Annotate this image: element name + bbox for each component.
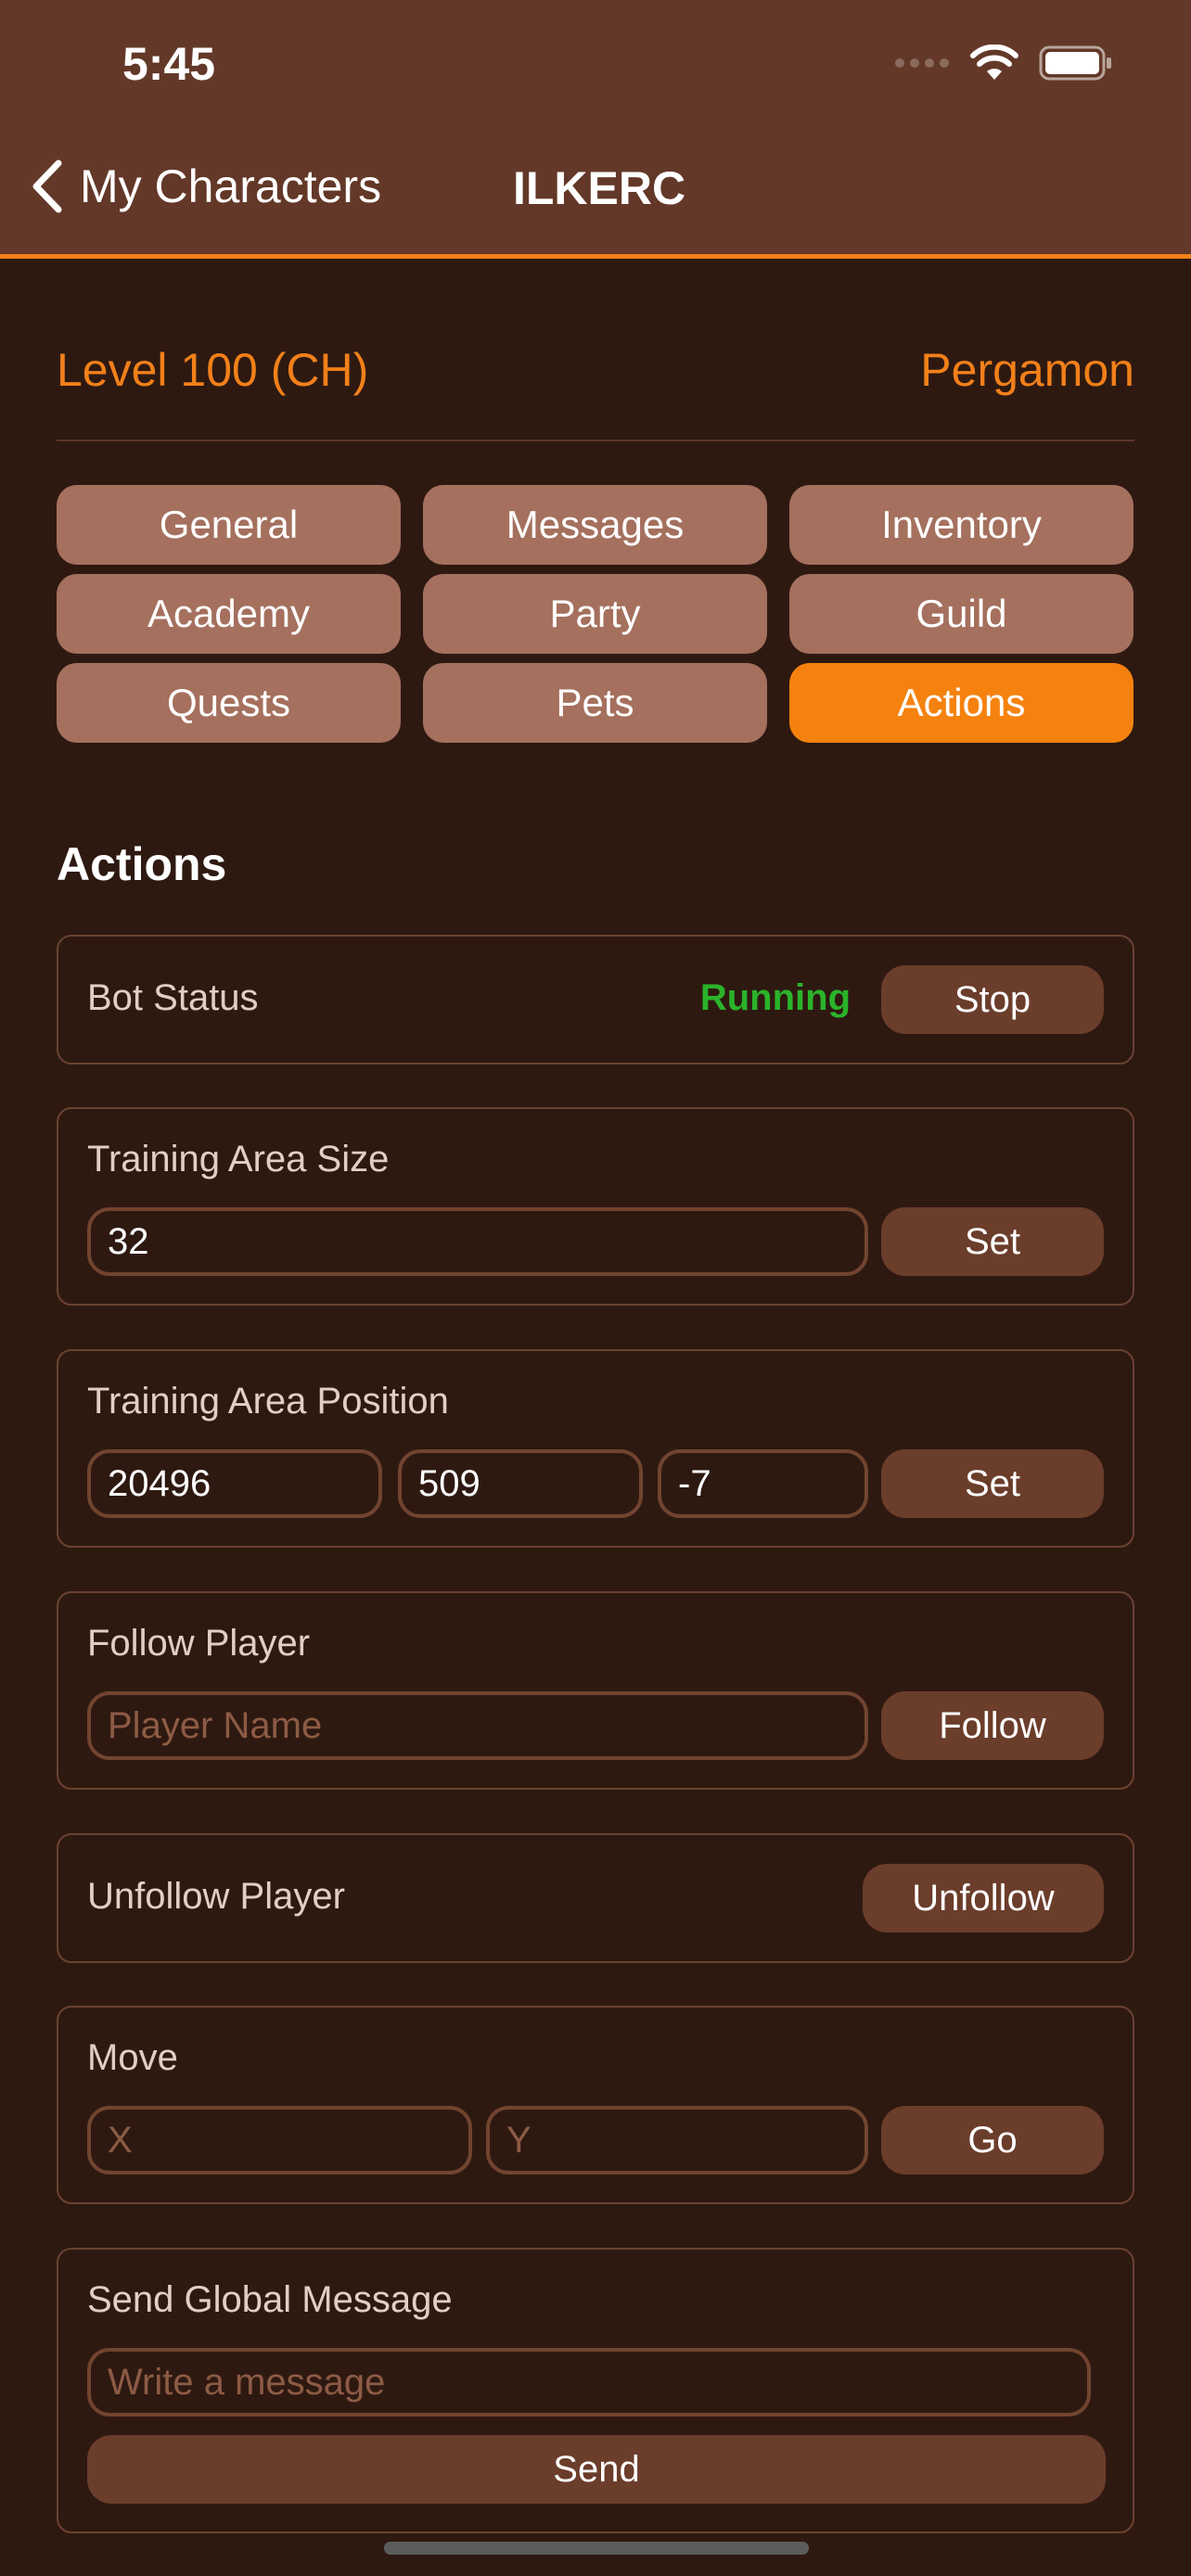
tab-actions[interactable]: Actions — [789, 663, 1133, 743]
stop-button[interactable]: Stop — [881, 965, 1104, 1034]
unfollow-button[interactable]: Unfollow — [863, 1864, 1104, 1932]
character-info-row: Level 100 (CH) Pergamon — [57, 343, 1134, 441]
home-indicator[interactable] — [384, 2542, 809, 2555]
back-button[interactable]: My Characters — [32, 159, 381, 213]
tab-grid: General Messages Inventory Academy Party… — [57, 485, 1134, 743]
status-icons — [894, 45, 1113, 82]
back-label: My Characters — [80, 160, 382, 212]
cellular-signal-icon — [895, 58, 949, 68]
bot-status-card: Bot Status Running Stop — [57, 935, 1134, 1065]
tab-quests[interactable]: Quests — [57, 663, 401, 743]
global-message-label: Send Global Message — [87, 2279, 453, 2320]
move-label: Move — [87, 2037, 178, 2078]
wifi-icon — [970, 45, 1018, 80]
chevron-left-icon — [32, 159, 62, 213]
tab-guild[interactable]: Guild — [789, 574, 1133, 654]
unfollow-player-label: Unfollow Player — [87, 1876, 345, 1917]
tab-messages[interactable]: Messages — [423, 485, 767, 565]
training-area-size-set-button[interactable]: Set — [881, 1207, 1104, 1276]
status-time: 5:45 — [122, 38, 216, 90]
training-position-z-input[interactable] — [658, 1449, 868, 1518]
bot-status-value: Running — [699, 977, 851, 1018]
follow-button[interactable]: Follow — [881, 1691, 1104, 1760]
section-title: Actions — [57, 838, 227, 890]
tab-party[interactable]: Party — [423, 574, 767, 654]
training-position-y-input[interactable] — [398, 1449, 643, 1518]
move-x-input[interactable] — [87, 2106, 472, 2174]
character-server: Pergamon — [920, 344, 1134, 396]
send-button[interactable]: Send — [87, 2435, 1106, 2504]
training-area-size-input[interactable] — [87, 1207, 868, 1276]
page-title: ILKERC — [513, 162, 686, 214]
training-area-position-label: Training Area Position — [87, 1381, 449, 1422]
global-message-card: Send Global Message Send — [57, 2248, 1134, 2533]
tab-general[interactable]: General — [57, 485, 401, 565]
training-area-position-set-button[interactable]: Set — [881, 1449, 1104, 1518]
nav-header: 5:45 My Characters ILKERC — [0, 0, 1191, 259]
move-y-input[interactable] — [486, 2106, 868, 2174]
follow-player-card: Follow Player Follow — [57, 1591, 1134, 1790]
move-card: Move Go — [57, 2006, 1134, 2204]
bot-status-label: Bot Status — [87, 977, 259, 1018]
player-name-input[interactable] — [87, 1691, 868, 1760]
tab-pets[interactable]: Pets — [423, 663, 767, 743]
character-level: Level 100 (CH) — [57, 344, 369, 396]
training-area-position-card: Training Area Position Set — [57, 1349, 1134, 1548]
training-position-x-input[interactable] — [87, 1449, 382, 1518]
follow-player-label: Follow Player — [87, 1623, 311, 1664]
battery-icon — [1039, 45, 1111, 81]
go-button[interactable]: Go — [881, 2106, 1104, 2174]
tab-academy[interactable]: Academy — [57, 574, 401, 654]
unfollow-player-card: Unfollow Player Unfollow — [57, 1833, 1134, 1963]
tab-inventory[interactable]: Inventory — [789, 485, 1133, 565]
global-message-input[interactable] — [87, 2348, 1091, 2417]
training-area-size-label: Training Area Size — [87, 1139, 390, 1180]
training-area-size-card: Training Area Size Set — [57, 1107, 1134, 1306]
